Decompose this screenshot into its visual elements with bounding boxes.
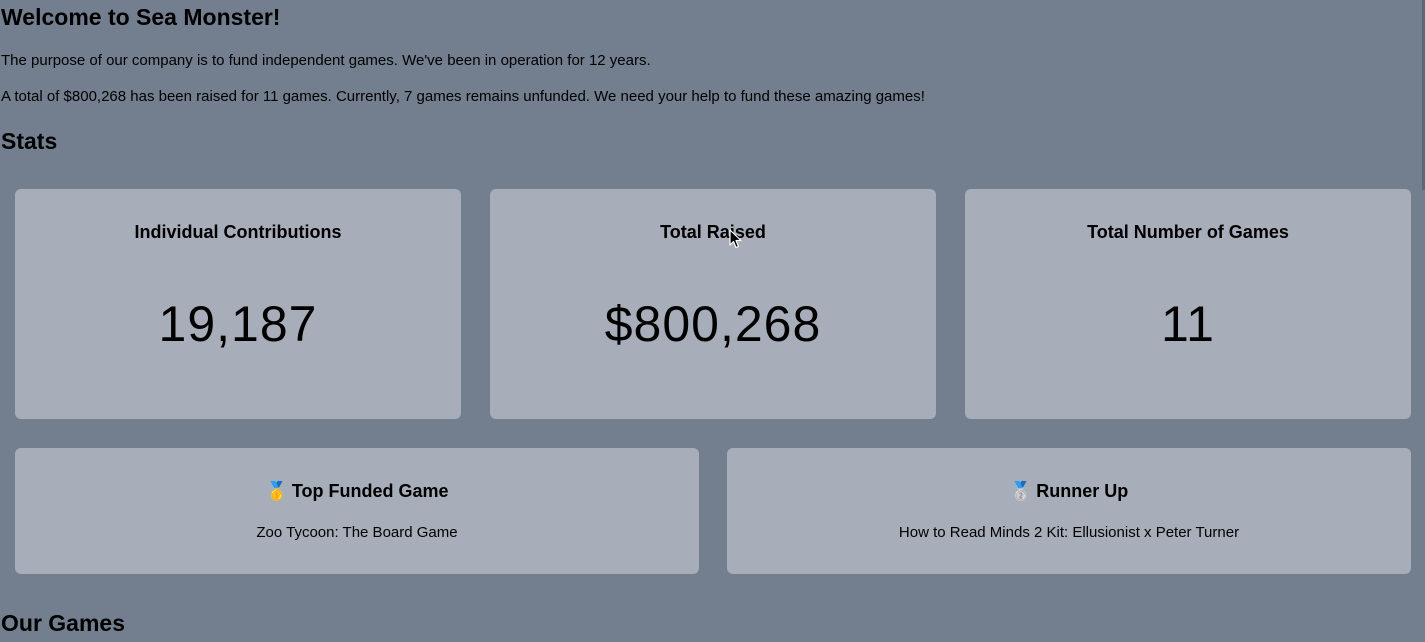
stat-card-individual-contributions: Individual Contributions 19,187: [15, 189, 461, 419]
runner-up-game-name: How to Read Minds 2 Kit: Ellusionist x P…: [898, 524, 1240, 541]
runner-up-game-card: 🥈 Runner Up How to Read Minds 2 Kit: Ellu…: [727, 448, 1411, 574]
gold-medal-icon: 🥇: [265, 481, 288, 501]
stat-label: Total Number of Games: [1087, 222, 1289, 242]
stat-card-total-raised: Total Raised $800,268: [490, 189, 936, 419]
company-purpose-text: The purpose of our company is to fund in…: [1, 52, 651, 69]
stat-value: $800,268: [604, 296, 822, 352]
stat-value: 11: [1161, 296, 1215, 352]
runner-up-heading: 🥈 Runner Up: [727, 481, 1411, 502]
stat-value: 19,187: [158, 296, 318, 352]
top-funded-game-card: 🥇 Top Funded Game Zoo Tycoon: The Board G…: [15, 448, 699, 574]
silver-medal-icon: 🥈: [1009, 481, 1033, 501]
stat-label: Total Raised: [660, 222, 766, 242]
top-funded-heading: 🥇 Top Funded Game: [15, 481, 699, 502]
our-games-heading: Our Games: [1, 610, 125, 636]
stats-heading: Stats: [1, 128, 58, 154]
funding-summary-text: A total of $800,268 has been raised for …: [1, 88, 925, 105]
top-funded-game-name: Zoo Tycoon: The Board Game: [256, 524, 458, 541]
mouse-cursor-icon: [729, 229, 742, 249]
stat-label: Individual Contributions: [134, 222, 342, 242]
runner-up-label: Runner Up: [1036, 481, 1129, 501]
page-title: Welcome to Sea Monster!: [1, 4, 281, 30]
top-funded-label: Top Funded Game: [291, 481, 449, 501]
stat-card-total-games: Total Number of Games 11: [965, 189, 1411, 419]
